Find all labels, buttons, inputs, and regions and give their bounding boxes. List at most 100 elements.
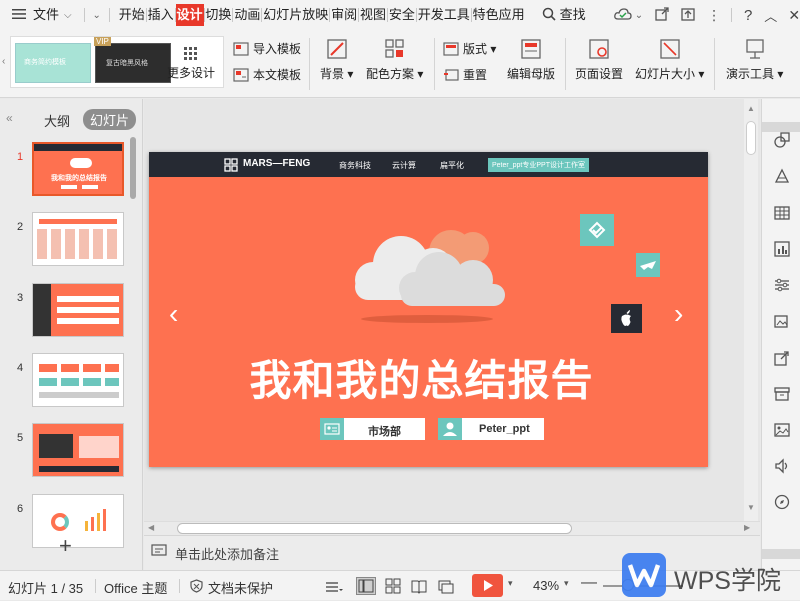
background-button[interactable]: 背景 ▾ [320, 38, 353, 82]
cloud-sync-icon[interactable] [613, 7, 632, 24]
slide-sorter-icon[interactable] [385, 578, 401, 594]
color-scheme-button[interactable]: 配色方案 ▾ [366, 38, 423, 82]
hamburger-icon[interactable] [12, 8, 26, 23]
layout-icon [443, 41, 459, 56]
edit-master-icon [521, 39, 541, 59]
pane-scroll-up-icon[interactable] [762, 122, 800, 132]
export-icon[interactable] [681, 7, 695, 24]
archive-icon[interactable] [774, 386, 790, 402]
slide-number: 1 [17, 151, 24, 163]
tab-insert[interactable]: 插入 [147, 4, 175, 26]
page-setup-button[interactable]: 页面设置 [575, 38, 623, 82]
theme-name[interactable]: Office 主题 [104, 578, 167, 597]
previous-slide-arrow[interactable]: ‹ [169, 300, 178, 328]
help-icon[interactable]: ? [744, 7, 752, 24]
protection-status[interactable]: 文档未保护 [208, 578, 273, 597]
department-box[interactable]: 市场部 [320, 418, 425, 440]
more-icon[interactable]: ⋮ [707, 7, 721, 24]
presenter-view-icon[interactable] [438, 578, 454, 594]
notes-toggle-icon[interactable] [325, 580, 343, 594]
tab-security[interactable]: 安全 [388, 4, 416, 26]
shield-icon [190, 579, 203, 593]
chart-icon[interactable] [774, 241, 790, 257]
compass-icon[interactable] [774, 494, 790, 510]
sound-icon[interactable] [774, 458, 790, 474]
watermark-text: WPS学院 [674, 567, 781, 595]
search-icon[interactable] [542, 7, 556, 24]
presentation-tools-icon [746, 39, 764, 59]
chevron-down-icon[interactable]: ▾ [508, 578, 513, 589]
horizontal-scrollbar[interactable]: ◀ ▶ [144, 521, 760, 535]
zoom-level[interactable]: 43% [533, 578, 559, 593]
next-slide-arrow[interactable]: › [674, 300, 683, 328]
tab-slideshow[interactable]: 幻灯片放映 [262, 4, 329, 26]
slide-thumbnail[interactable] [32, 353, 124, 407]
search-button[interactable]: 查找 [559, 4, 587, 26]
thumbnails-scrollbar[interactable] [130, 137, 136, 199]
grid-logo-icon [224, 158, 238, 172]
template-thumbnail[interactable]: VIP 复古暗黑风格 [94, 37, 171, 83]
chevron-down-icon[interactable]: ▾ [564, 578, 569, 589]
chevron-down-icon[interactable]: ⌄ [635, 10, 643, 21]
tab-home[interactable]: 开始 [118, 4, 146, 26]
close-icon[interactable]: ✕ [788, 7, 800, 24]
collapse-pane-icon[interactable]: « [6, 111, 13, 125]
design-ribbon: ‹ 商务简约模板 VIP 复古暗黑风格 更多设计 导入模板 本文模板 背景 ▾ … [0, 30, 800, 98]
file-menu[interactable]: 文件 [32, 4, 60, 26]
scroll-down-icon[interactable]: ▼ [747, 503, 755, 512]
reset-button[interactable]: 重置 [443, 66, 487, 83]
slide-title[interactable]: 我和我的总结报告 [149, 347, 694, 408]
shape-icon[interactable] [774, 132, 790, 148]
tab-developer[interactable]: 开发工具 [417, 4, 471, 26]
presentation-tools-button[interactable]: 演示工具 ▾ [726, 38, 783, 82]
department-label: 市场部 [368, 426, 401, 438]
slide-count: 幻灯片 1 / 35 [8, 581, 84, 596]
edit-master-button[interactable]: 编辑母版 [507, 38, 555, 82]
import-template-icon [233, 41, 249, 56]
add-slide-button[interactable]: + [59, 533, 72, 559]
tab-design[interactable]: 设计 [175, 4, 204, 26]
right-task-pane [761, 99, 800, 570]
slide-thumbnail[interactable] [32, 494, 124, 548]
slide-thumbnail[interactable] [32, 423, 124, 477]
scroll-left-icon[interactable]: ◀ [148, 523, 154, 532]
ribbon-scroll-left-icon[interactable]: ‹ [2, 56, 5, 67]
slide-number: 4 [17, 362, 24, 374]
tab-animation[interactable]: 动画 [233, 4, 261, 26]
tab-features[interactable]: 特色应用 [472, 4, 526, 26]
normal-view-icon[interactable] [356, 577, 376, 595]
adjust-icon[interactable] [774, 277, 790, 293]
slide-thumbnail[interactable]: 我和我的总结报告 [32, 142, 124, 196]
share-icon[interactable] [655, 6, 669, 24]
author-box[interactable]: Peter_ppt [438, 418, 544, 440]
quick-access-dropdown-icon[interactable]: ⌄ [92, 10, 100, 21]
image-gallery-icon[interactable] [774, 313, 790, 329]
slide-thumbnail[interactable] [32, 212, 124, 266]
reading-view-icon[interactable] [411, 578, 427, 594]
slide-size-button[interactable]: 幻灯片大小 ▾ [635, 38, 704, 82]
more-design-button[interactable]: 更多设计 [167, 47, 215, 81]
layout-button[interactable]: 版式 ▾ [443, 40, 496, 57]
tab-transition[interactable]: 切换 [204, 4, 232, 26]
import-template-button[interactable]: 导入模板 [233, 40, 301, 57]
zoom-out-button[interactable]: — [581, 574, 597, 592]
play-slideshow-button[interactable] [472, 574, 503, 597]
tab-view[interactable]: 视图 [359, 4, 387, 26]
share-icon[interactable] [774, 350, 790, 366]
template-thumbnail[interactable]: 商务简约模板 [15, 43, 91, 83]
slide-canvas[interactable]: MARS—FENG 商务科技 云计算 扁平化 Peter_ppt专业PPT设计工… [149, 152, 708, 467]
text-template-button[interactable]: 本文模板 [233, 66, 301, 83]
vertical-scrollbar[interactable]: ▲ ▼ [744, 99, 758, 521]
slide-thumbnail[interactable] [32, 283, 124, 337]
scroll-up-icon[interactable]: ▲ [747, 104, 755, 113]
picture-icon[interactable] [774, 422, 790, 438]
chevron-down-icon[interactable]: ⌵ [64, 10, 72, 21]
collapse-ribbon-icon[interactable]: ︿ [764, 6, 777, 25]
divider [565, 38, 566, 90]
tab-slides[interactable]: 幻灯片 [83, 109, 137, 130]
tab-review[interactable]: 审阅 [330, 4, 358, 26]
fill-icon[interactable] [774, 168, 790, 184]
table-icon[interactable] [774, 205, 790, 221]
tab-outline[interactable]: 大纲 [44, 111, 70, 130]
scroll-right-icon[interactable]: ▶ [744, 523, 750, 532]
